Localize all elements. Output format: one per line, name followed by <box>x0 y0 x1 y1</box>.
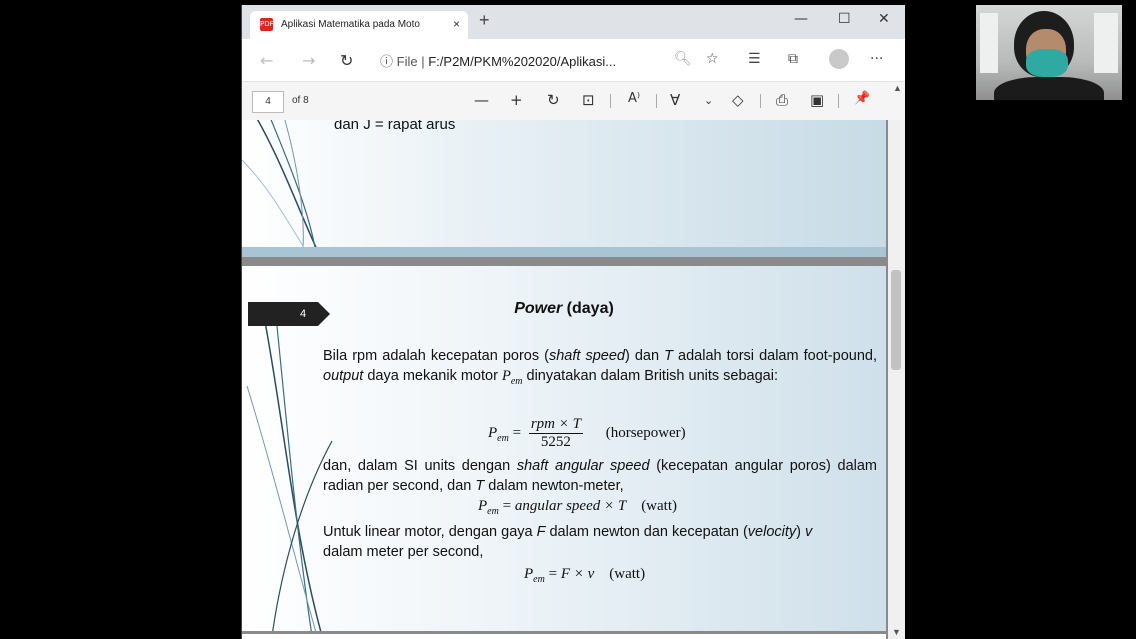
browser-window: PDF Aplikasi Matematika pada Moto × + — … <box>241 5 905 639</box>
close-window-button[interactable]: ✕ <box>878 11 890 27</box>
scroll-up-arrow[interactable]: ▲ <box>893 83 902 93</box>
pdf-viewer: dan J = rapat arus 4 Power (daya) Bila r… <box>242 120 905 639</box>
zoom-out-button[interactable]: — <box>474 91 489 109</box>
collections-icon[interactable]: ⧉ <box>788 51 798 67</box>
maximize-button[interactable]: ☐ <box>838 11 851 27</box>
scrollbar-thumb[interactable] <box>891 270 901 370</box>
paragraph-1: Bila rpm adalah kecepatan poros (shaft s… <box>323 348 877 387</box>
scroll-down-arrow[interactable]: ▼ <box>892 627 901 637</box>
paragraph-3: Untuk linear motor, dengan gaya F dalam … <box>323 524 813 560</box>
pin-icon[interactable]: 📌 <box>854 91 870 106</box>
chevron-down-icon[interactable]: ⌄ <box>704 94 713 107</box>
paragraph-2: dan, dalam SI units dengan shaft angular… <box>323 458 877 494</box>
background-window <box>980 13 998 73</box>
fit-page-icon[interactable]: ⊡ <box>582 91 595 109</box>
url-field[interactable]: ⓘ File | F:/P2M/PKM%202020/Aplikasi... <box>380 51 616 70</box>
toolbar-divider <box>656 94 657 108</box>
scheme-label: File <box>396 54 418 69</box>
pdf-page-previous: dan J = rapat arus <box>242 120 886 257</box>
url-text: F:/P2M/PKM%202020/Aplikasi... <box>428 54 617 69</box>
address-bar: ← → ↻ ⓘ File | F:/P2M/PKM%202020/Aplikas… <box>242 39 905 82</box>
title-bar: PDF Aplikasi Matematika pada Moto × + — … <box>242 5 905 39</box>
new-tab-button[interactable]: + <box>479 11 490 29</box>
url-separator: | <box>421 54 425 69</box>
background-window <box>1094 13 1118 73</box>
rotate-icon[interactable]: ↻ <box>547 91 560 109</box>
forward-button[interactable]: → <box>302 51 315 70</box>
page-heading: Power (daya) <box>514 300 614 317</box>
back-button[interactable]: ← <box>260 51 273 70</box>
pdf-icon: PDF <box>260 18 274 31</box>
draw-icon[interactable]: ∀ <box>670 91 680 109</box>
pdf-toolbar: 4 of 8 — + ↻ ⊡ A⁾ ∀ ⌄ ◇ ⎙ ▣ 📌 <box>242 82 905 121</box>
toolbar-divider <box>838 94 839 108</box>
erase-icon[interactable]: ◇ <box>732 91 744 109</box>
face-mask <box>1026 49 1068 77</box>
info-icon[interactable]: ⓘ <box>380 54 393 69</box>
print-icon[interactable]: ⎙ <box>776 91 788 109</box>
more-icon[interactable]: ··· <box>870 51 883 67</box>
page-total-label: of 8 <box>292 95 309 106</box>
zoom-icon[interactable]: 🔍︎ <box>674 51 692 67</box>
tab-title: Aplikasi Matematika pada Moto <box>281 19 420 30</box>
screen-share-background <box>0 0 240 639</box>
previous-page-text: dan J = rapat arus <box>334 120 456 133</box>
browser-tab[interactable]: PDF Aplikasi Matematika pada Moto × <box>250 11 468 39</box>
minimize-button[interactable]: — <box>794 11 808 27</box>
pdf-page-next <box>242 634 886 639</box>
equation-angular: Pem = angular speed × T (watt) <box>478 498 678 517</box>
toolbar-divider <box>610 94 611 108</box>
equation-linear: Pem = F × v (watt) <box>524 566 646 585</box>
favorite-star-icon[interactable]: ☆ <box>706 51 719 67</box>
tab-close-button[interactable]: × <box>453 17 460 31</box>
webcam-thumbnail <box>976 5 1122 100</box>
save-icon[interactable]: ▣ <box>810 91 824 109</box>
toolbar-divider <box>760 94 761 108</box>
refresh-button[interactable]: ↻ <box>340 51 353 70</box>
profile-avatar[interactable] <box>829 49 849 69</box>
vertical-scrollbar[interactable]: ▼ <box>888 120 905 639</box>
read-aloud-button[interactable]: A⁾ <box>628 91 640 106</box>
pdf-page-current: 4 Power (daya) Bila rpm adalah kecepatan… <box>242 266 886 631</box>
person-body <box>994 77 1104 100</box>
zoom-in-button[interactable]: + <box>510 91 523 109</box>
page-number-input[interactable]: 4 <box>252 91 284 113</box>
equation-horsepower: Pem = rpm × T 5252 (horsepower) <box>488 416 686 450</box>
favorites-list-icon[interactable]: ☰ <box>748 51 761 67</box>
page-footer-band <box>242 247 886 257</box>
decorative-curves <box>242 120 322 257</box>
